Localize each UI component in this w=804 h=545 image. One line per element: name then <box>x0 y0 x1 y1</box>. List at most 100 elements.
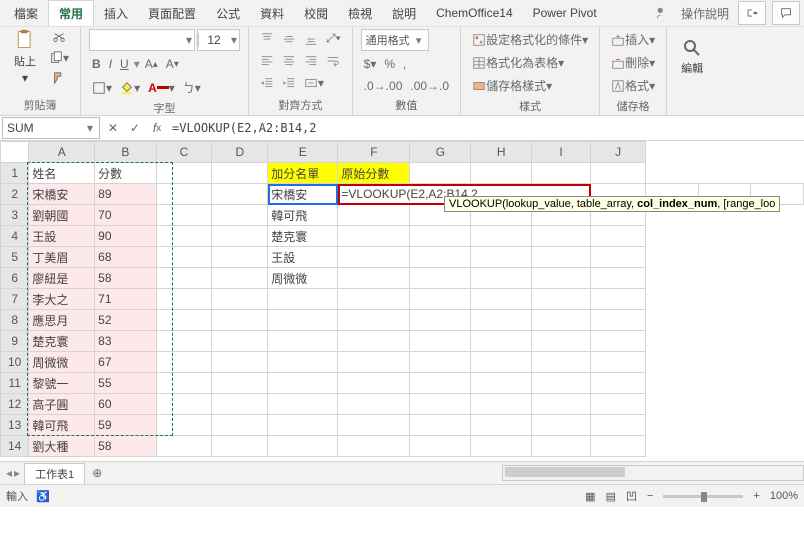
cell-G8[interactable] <box>410 310 471 331</box>
paste-button[interactable]: 貼上 ▾ <box>8 29 42 85</box>
align-left-button[interactable] <box>257 52 277 70</box>
cell-C13[interactable] <box>156 415 212 436</box>
cell-D12[interactable] <box>212 394 268 415</box>
shrink-font-button[interactable]: A▾ <box>163 55 182 73</box>
tab-file[interactable]: 檔案 <box>4 1 48 26</box>
cell-I10[interactable] <box>532 352 591 373</box>
cell-D3[interactable] <box>212 205 268 226</box>
col-header-J[interactable]: J <box>591 142 646 163</box>
cell-J8[interactable] <box>591 310 646 331</box>
cell-G9[interactable] <box>410 331 471 352</box>
tab-help[interactable]: 說明 <box>382 1 426 26</box>
cancel-formula-button[interactable]: ✕ <box>102 118 124 138</box>
align-top-button[interactable] <box>257 30 277 48</box>
align-center-button[interactable] <box>279 52 299 70</box>
row-header-3[interactable]: 3 <box>1 205 29 226</box>
cell-D14[interactable] <box>212 436 268 457</box>
cell-D13[interactable] <box>212 415 268 436</box>
format-cells-button[interactable]: 格式▾ <box>608 75 658 96</box>
border-button[interactable]: ▾ <box>89 79 115 97</box>
cell-H5[interactable] <box>471 247 532 268</box>
cell-E9[interactable] <box>268 331 338 352</box>
cell-D4[interactable] <box>212 226 268 247</box>
row-header-14[interactable]: 14 <box>1 436 29 457</box>
col-header-F[interactable]: F <box>338 142 410 163</box>
view-pagebreak-icon[interactable]: 凹 <box>626 488 637 504</box>
col-header-E[interactable]: E <box>268 142 338 163</box>
font-color-button[interactable]: A▾ <box>145 79 178 97</box>
copy-button[interactable]: ▾ <box>46 49 72 67</box>
cell-A4[interactable]: 王設 <box>29 226 95 247</box>
cell-D7[interactable] <box>212 289 268 310</box>
tab-layout[interactable]: 頁面配置 <box>138 1 206 26</box>
sheet-nav-next-icon[interactable]: ▸ <box>14 466 20 480</box>
cell-H9[interactable] <box>471 331 532 352</box>
cell-B12[interactable]: 60 <box>95 394 156 415</box>
col-header-B[interactable]: B <box>95 142 156 163</box>
increase-decimal-button[interactable]: .0→.00 <box>361 77 406 95</box>
cell-D9[interactable] <box>212 331 268 352</box>
cell-F13[interactable] <box>338 415 410 436</box>
cell-D8[interactable] <box>212 310 268 331</box>
add-sheet-button[interactable]: ⊕ <box>89 464 105 482</box>
cell-E13[interactable] <box>268 415 338 436</box>
row-header-12[interactable]: 12 <box>1 394 29 415</box>
cell-B5[interactable]: 68 <box>95 247 156 268</box>
align-middle-button[interactable] <box>279 30 299 48</box>
cell-I4[interactable] <box>532 226 591 247</box>
cell-A2[interactable]: 宋橋安 <box>29 184 95 205</box>
tab-view[interactable]: 檢視 <box>338 1 382 26</box>
cell-E5[interactable]: 王設 <box>268 247 338 268</box>
cell-I12[interactable] <box>532 394 591 415</box>
row-header-10[interactable]: 10 <box>1 352 29 373</box>
cell-B10[interactable]: 67 <box>95 352 156 373</box>
cell-F3[interactable] <box>338 205 410 226</box>
cell-C12[interactable] <box>156 394 212 415</box>
cell-B13[interactable]: 59 <box>95 415 156 436</box>
format-painter-button[interactable] <box>46 69 72 87</box>
cell-A14[interactable]: 劉大種 <box>29 436 95 457</box>
cell-J1[interactable] <box>591 163 646 184</box>
cell-H1[interactable] <box>471 163 532 184</box>
font-name-combo[interactable]: ▾ <box>89 29 195 51</box>
tab-review[interactable]: 校閱 <box>294 1 338 26</box>
tab-formulas[interactable]: 公式 <box>206 1 250 26</box>
cell-B6[interactable]: 58 <box>95 268 156 289</box>
cell-C5[interactable] <box>156 247 212 268</box>
view-layout-icon[interactable]: ▤ <box>606 490 616 503</box>
wrap-text-button[interactable] <box>323 52 343 70</box>
cell-H11[interactable] <box>471 373 532 394</box>
row-header-7[interactable]: 7 <box>1 289 29 310</box>
currency-button[interactable]: $▾ <box>361 55 380 73</box>
format-as-table-button[interactable]: 格式化為表格▾ <box>469 52 567 73</box>
cell-J11[interactable] <box>591 373 646 394</box>
cell-H14[interactable] <box>471 436 532 457</box>
align-right-button[interactable] <box>301 52 321 70</box>
col-header-C[interactable]: C <box>156 142 212 163</box>
align-bottom-button[interactable] <box>301 30 321 48</box>
cell-I14[interactable] <box>532 436 591 457</box>
name-box[interactable]: SUM▾ <box>2 117 100 139</box>
tell-me-label[interactable]: 操作說明 <box>678 3 732 24</box>
italic-button[interactable]: I <box>106 55 115 73</box>
row-header-11[interactable]: 11 <box>1 373 29 394</box>
cell-J7[interactable] <box>591 289 646 310</box>
cell-C2[interactable] <box>156 184 212 205</box>
horizontal-scrollbar[interactable] <box>502 465 804 481</box>
merge-button[interactable]: ▾ <box>301 74 327 92</box>
cell-I13[interactable] <box>532 415 591 436</box>
tab-data[interactable]: 資料 <box>250 1 294 26</box>
cell-I8[interactable] <box>532 310 591 331</box>
cell-F9[interactable] <box>338 331 410 352</box>
cell-B9[interactable]: 83 <box>95 331 156 352</box>
cell-H8[interactable] <box>471 310 532 331</box>
zoom-in-button[interactable]: + <box>753 490 759 502</box>
cell-I5[interactable] <box>532 247 591 268</box>
indent-increase-button[interactable] <box>279 74 299 92</box>
number-format-combo[interactable]: 通用格式▾ <box>361 29 429 51</box>
tab-home[interactable]: 常用 <box>48 0 94 26</box>
zoom-out-button[interactable]: − <box>647 490 653 502</box>
cell-F10[interactable] <box>338 352 410 373</box>
cell-J13[interactable] <box>591 415 646 436</box>
row-header-4[interactable]: 4 <box>1 226 29 247</box>
